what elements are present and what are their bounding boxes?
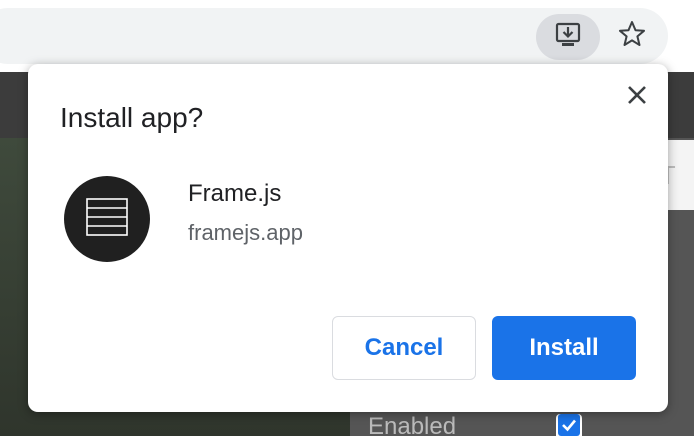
close-icon xyxy=(626,84,648,111)
install-button[interactable]: Install xyxy=(492,316,636,380)
app-name: Frame.js xyxy=(188,180,282,207)
install-app-dialog: Install app? Frame.js framejs.app Cancel… xyxy=(28,64,668,412)
close-dialog-button[interactable] xyxy=(622,82,652,112)
app-icon xyxy=(64,176,150,262)
enabled-checkbox[interactable] xyxy=(556,413,582,436)
dialog-title: Install app? xyxy=(60,102,204,133)
enabled-label: Enabled xyxy=(368,413,457,436)
bookmark-star-button[interactable] xyxy=(612,16,652,56)
table-icon xyxy=(85,197,129,242)
browser-toolbar xyxy=(0,0,694,72)
install-app-button[interactable] xyxy=(536,14,600,60)
checkmark-icon xyxy=(558,413,580,436)
star-outline-icon xyxy=(617,19,647,54)
install-desktop-icon xyxy=(554,21,582,54)
cancel-button[interactable]: Cancel xyxy=(332,316,476,380)
app-origin: framejs.app xyxy=(188,220,303,245)
